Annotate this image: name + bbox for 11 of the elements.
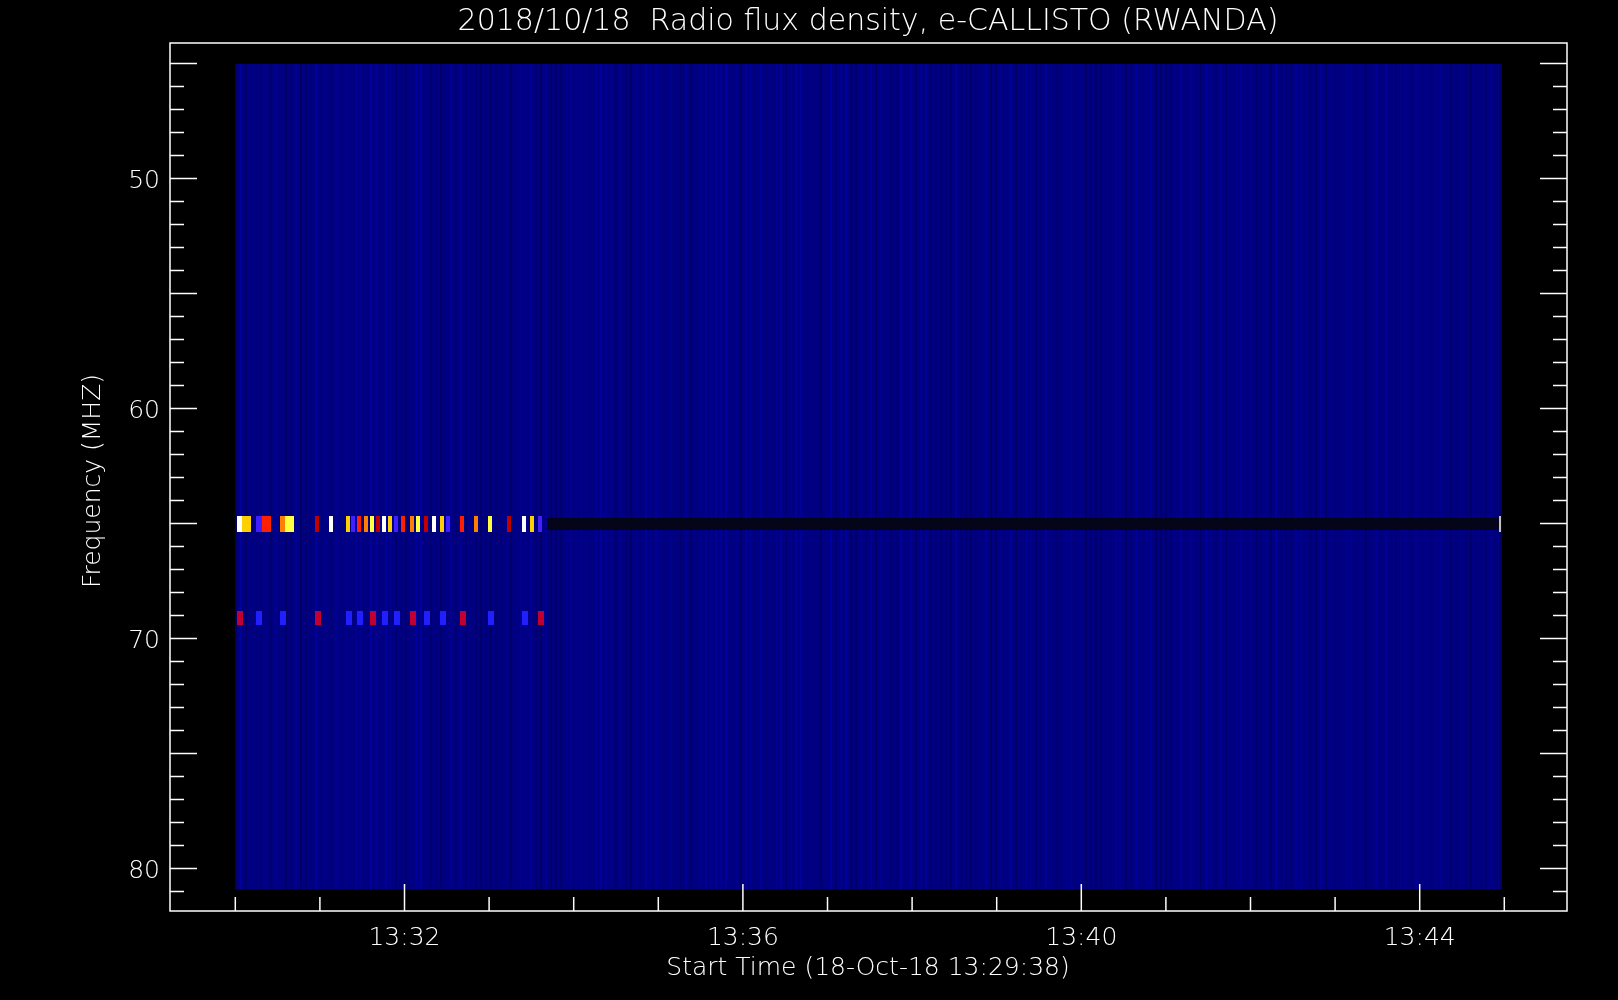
y-axis-label: Frequency (MHZ): [77, 373, 106, 589]
x-tick-label: 13:44: [1383, 922, 1456, 951]
chart-title: 2018/10/18 Radio flux density, e-CALLISTO (RWANDA): [457, 2, 1279, 37]
x-tick-label: 13:40: [1045, 922, 1118, 951]
y-tick-label: 50: [128, 164, 160, 194]
x-tick-label: 13:36: [706, 922, 779, 951]
y-tick-label: 70: [128, 624, 160, 654]
x-axis-label: Start Time (18-Oct-18 13:29:38): [666, 952, 1070, 981]
x-tick-label: 13:32: [368, 922, 441, 951]
y-tick-label: 60: [128, 394, 160, 424]
y-tick-label: 80: [128, 854, 160, 884]
